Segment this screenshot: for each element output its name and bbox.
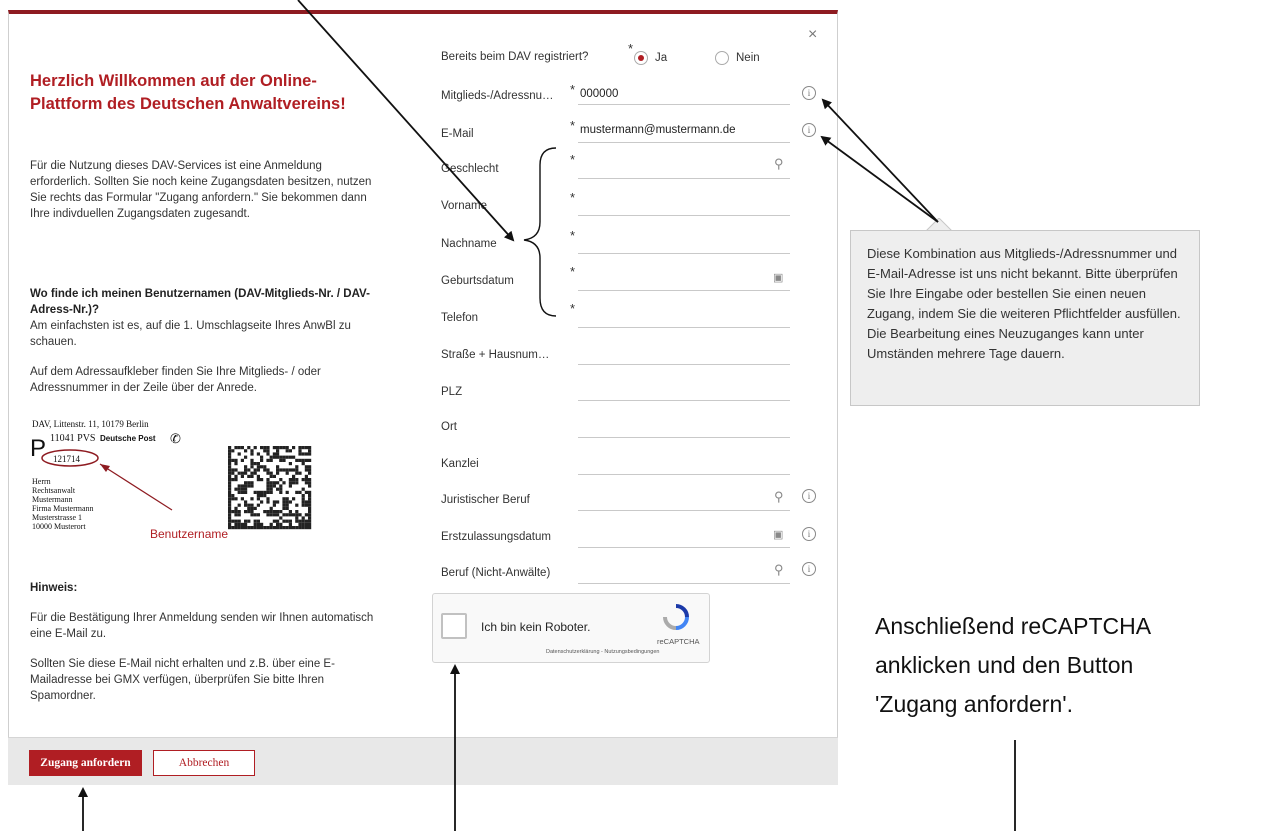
post-horn-icon: ✆ bbox=[170, 432, 181, 447]
required-marker: * bbox=[570, 228, 576, 243]
recaptcha-brand: reCAPTCHA bbox=[657, 637, 700, 646]
nonlawyer-info-icon[interactable]: i bbox=[802, 562, 816, 576]
username-text-2: Auf dem Adressaufkleber finden Sie Ihre … bbox=[30, 366, 321, 394]
email-info-icon[interactable]: i bbox=[802, 123, 816, 137]
member-number-input[interactable]: 000000 bbox=[580, 88, 618, 100]
gender-select[interactable] bbox=[578, 178, 790, 179]
address-label-image: DAV, Littenstr. 11, 10179 Berlin P 11041… bbox=[28, 418, 368, 548]
firstname-label: Vorname bbox=[441, 200, 488, 212]
username-text-1: Am einfachsten ist es, auf die 1. Umschl… bbox=[30, 320, 351, 348]
lastname-label: Nachname bbox=[441, 238, 497, 250]
label-benutzername: Benutzername bbox=[150, 527, 228, 541]
radio-yes[interactable] bbox=[634, 51, 648, 65]
annotation-line-2: anklicken und den Button bbox=[875, 652, 1134, 678]
required-marker: * bbox=[570, 190, 576, 205]
required-marker: * bbox=[570, 152, 576, 167]
zip-input[interactable] bbox=[578, 400, 790, 401]
email-underline bbox=[578, 142, 790, 143]
hint-text-1: Für die Bestätigung Ihrer Anmeldung send… bbox=[30, 612, 374, 640]
intro-text: Für die Nutzung dieses DAV-Services ist … bbox=[30, 160, 372, 220]
label-addr-1: Herrn bbox=[32, 477, 51, 486]
email-label: E-Mail bbox=[441, 128, 474, 140]
request-access-button[interactable]: Zugang anfordern bbox=[29, 750, 142, 776]
search-icon[interactable]: ⚲ bbox=[774, 156, 784, 172]
zip-label: PLZ bbox=[441, 386, 463, 398]
hint-heading: Hinweis: bbox=[30, 582, 78, 594]
required-marker: * bbox=[570, 301, 576, 316]
calendar-icon[interactable]: ▣ bbox=[773, 528, 783, 541]
street-input[interactable] bbox=[578, 364, 790, 365]
label-sender: DAV, Littenstr. 11, 10179 Berlin bbox=[32, 419, 149, 429]
city-input[interactable] bbox=[578, 437, 790, 438]
required-marker: * bbox=[570, 82, 576, 97]
admission-info-icon[interactable]: i bbox=[802, 527, 816, 541]
phone-label: Telefon bbox=[441, 312, 479, 324]
label-addr-3: Mustermann bbox=[32, 495, 72, 504]
profession-info-icon[interactable]: i bbox=[802, 489, 816, 503]
radio-yes-label: Ja bbox=[655, 52, 668, 64]
member-number-underline bbox=[578, 104, 790, 105]
instruction-annotation: Anschließend reCAPTCHA anklicken und den… bbox=[875, 607, 1151, 724]
hint-text-2: Sollten Sie diese E-Mail nicht erhalten … bbox=[30, 658, 335, 702]
registered-label: Bereits beim DAV registriert? bbox=[441, 51, 589, 63]
required-marker: * bbox=[570, 118, 576, 133]
calendar-icon[interactable]: ▣ bbox=[773, 271, 783, 284]
radio-no-label: Nein bbox=[736, 52, 760, 64]
annotation-line-1: Anschließend reCAPTCHA bbox=[875, 613, 1152, 639]
admission-input[interactable] bbox=[578, 547, 790, 548]
gender-label: Geschlecht bbox=[441, 163, 499, 175]
arrow-to-member-info bbox=[821, 98, 939, 223]
phone-input[interactable] bbox=[578, 327, 790, 328]
welcome-title: Herzlich Willkommen auf der Online-Platt… bbox=[30, 72, 346, 113]
recaptcha-checkbox[interactable] bbox=[441, 613, 467, 639]
label-number: 121714 bbox=[53, 454, 81, 464]
recaptcha-label: Ich bin kein Roboter. bbox=[481, 620, 591, 634]
required-marker: * bbox=[570, 264, 576, 279]
label-addr-2: Rechtsanwalt bbox=[32, 486, 76, 495]
label-p-letter: P bbox=[30, 435, 46, 462]
birthdate-input[interactable] bbox=[578, 290, 790, 291]
profession-select[interactable] bbox=[578, 510, 790, 511]
close-icon[interactable]: × bbox=[808, 26, 817, 44]
annotation-line-3: 'Zugang anfordern'. bbox=[875, 691, 1074, 717]
member-number-label: Mitglieds-/Adressnu… bbox=[441, 90, 554, 102]
address-label-drawing: DAV, Littenstr. 11, 10179 Berlin P 11041… bbox=[30, 419, 312, 541]
email-input[interactable]: mustermann@mustermann.de bbox=[580, 124, 736, 136]
radio-no[interactable] bbox=[715, 51, 729, 65]
birthdate-label: Geburtsdatum bbox=[441, 275, 514, 287]
recaptcha-logo-icon bbox=[663, 604, 689, 630]
error-tooltip: Diese Kombination aus Mitglieds-/Adressn… bbox=[850, 230, 1200, 406]
label-pvs: 11041 PVS bbox=[50, 433, 95, 444]
lastname-input[interactable] bbox=[578, 253, 790, 254]
street-label: Straße + Hausnum… bbox=[441, 349, 550, 361]
admission-label: Erstzulassungsdatum bbox=[441, 531, 551, 543]
member-info-icon[interactable]: i bbox=[802, 86, 816, 100]
nonlawyer-label: Beruf (Nicht-Anwälte) bbox=[441, 567, 551, 579]
firstname-input[interactable] bbox=[578, 215, 790, 216]
search-icon[interactable]: ⚲ bbox=[774, 489, 784, 505]
recaptcha-links[interactable]: Datenschutzerklärung - Nutzungsbedingung… bbox=[546, 649, 659, 655]
firm-input[interactable] bbox=[578, 474, 790, 475]
cancel-button[interactable]: Abbrechen bbox=[153, 750, 255, 776]
profession-label: Juristischer Beruf bbox=[441, 494, 530, 506]
label-addr-5: Musterstrasse 1 bbox=[32, 513, 82, 522]
required-marker: * bbox=[628, 41, 634, 56]
datamatrix-code bbox=[228, 446, 312, 530]
benutzername-pointer-head bbox=[100, 464, 110, 472]
label-deutsche-post: Deutsche Post bbox=[100, 434, 156, 443]
firm-label: Kanzlei bbox=[441, 458, 479, 470]
arrow-to-email-info bbox=[820, 135, 939, 223]
nonlawyer-select[interactable] bbox=[578, 583, 790, 584]
label-addr-4: Firma Mustermann bbox=[32, 504, 94, 513]
search-icon[interactable]: ⚲ bbox=[774, 562, 784, 578]
label-addr-6: 10000 Musterort bbox=[32, 522, 86, 531]
username-heading: Wo finde ich meinen Benutzernamen (DAV-M… bbox=[30, 288, 370, 316]
benutzername-pointer bbox=[99, 463, 173, 511]
city-label: Ort bbox=[441, 421, 457, 433]
